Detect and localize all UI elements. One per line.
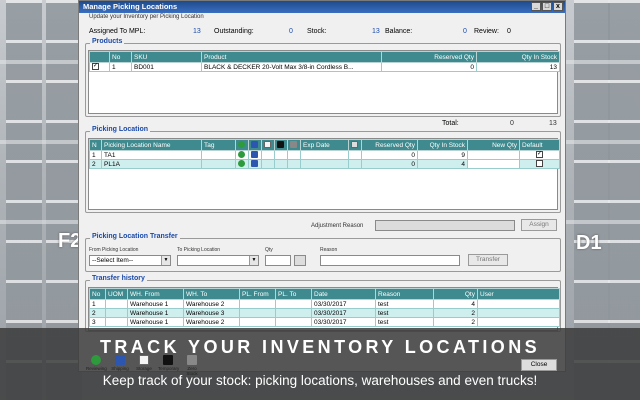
history-col-pl-to: PL. To xyxy=(275,288,312,300)
table-row[interactable]: 2 Warehouse 1 Warehouse 3 03/30/2017 test 2 xyxy=(89,308,560,318)
assigned-label: Assigned To MPL: xyxy=(89,28,146,35)
products-col-reserved: Reserved Qty xyxy=(381,51,477,63)
history-col-no: No xyxy=(89,288,106,300)
products-grid: No SKU Product Reserved Qty Qty In Stock… xyxy=(88,50,560,114)
pl-col-reserved: Reserved Qty xyxy=(361,139,418,151)
pl-col-tag: Tag xyxy=(201,139,236,151)
window-titlebar: Manage Picking Locations _ □ x xyxy=(79,1,565,13)
history-col-date: Date xyxy=(311,288,376,300)
truck-icon xyxy=(251,151,258,159)
qty-input[interactable] xyxy=(265,255,291,266)
products-col-product: Product xyxy=(201,51,382,63)
pl-col-no: N xyxy=(89,139,102,151)
pl-col-stock: Qty In Stock xyxy=(417,139,468,151)
truck-icon xyxy=(251,141,258,149)
reason-input[interactable] xyxy=(320,255,460,266)
window-title: Manage Picking Locations xyxy=(83,2,178,11)
row-checkbox[interactable]: ✓ xyxy=(92,63,99,71)
review-value: 0 xyxy=(507,28,511,35)
close-button[interactable]: Close xyxy=(521,359,557,371)
outstanding-value: 0 xyxy=(289,28,293,35)
history-col-qty: Qty xyxy=(433,288,478,300)
house-icon xyxy=(264,141,271,149)
transfer-button[interactable]: Transfer xyxy=(468,254,508,266)
table-row[interactable]: 1 TA1 0 9 ✓ xyxy=(89,150,560,160)
review-label: Review: xyxy=(474,28,499,35)
outstanding-label: Outstanding: xyxy=(214,28,254,35)
close-window-button[interactable]: x xyxy=(553,2,563,11)
total-label: Total: xyxy=(442,120,459,127)
total-stock: 13 xyxy=(549,120,557,127)
truck-icon xyxy=(251,160,258,168)
pl-col-name: Picking Location Name xyxy=(101,139,202,151)
transfer-group: Picking Location Transfer From Picking L… xyxy=(85,233,561,272)
assigned-value: 13 xyxy=(193,28,201,35)
balance-label: Balance: xyxy=(385,28,413,35)
history-col-wh-from: WH. From xyxy=(127,288,184,300)
total-reserved: 0 xyxy=(510,120,514,127)
maximize-button[interactable]: □ xyxy=(542,2,552,11)
to-location-label: To Picking Location xyxy=(177,247,221,253)
history-col-pl-from: PL. From xyxy=(239,288,276,300)
stock-label: Stock: xyxy=(307,28,327,35)
history-col-uom: UOM xyxy=(105,288,128,300)
window-subtitle: Update your Inventory per Picking Locati… xyxy=(89,14,204,20)
calendar-icon xyxy=(351,141,358,149)
default-checkbox[interactable] xyxy=(536,160,543,168)
pl-col-exp-date: Exp Date xyxy=(300,139,349,151)
calculator-icon[interactable] xyxy=(294,255,306,266)
products-col-select xyxy=(89,51,110,63)
products-col-stock: Qty In Stock xyxy=(476,51,560,63)
table-row[interactable]: 2 PL1A 0 4 xyxy=(89,159,560,169)
default-checkbox[interactable]: ✓ xyxy=(536,151,543,159)
from-location-label: From Picking Location xyxy=(89,247,139,253)
picking-location-group: Picking Location N Picking Location Name… xyxy=(85,126,561,213)
picking-location-title: Picking Location xyxy=(90,126,151,133)
table-row[interactable]: ✓ 1 BD001 BLACK & DECKER 20-Volt Max 3/8… xyxy=(89,62,560,72)
products-col-no: No xyxy=(109,51,132,63)
transfer-title: Picking Location Transfer xyxy=(90,233,180,240)
green-circle-icon xyxy=(238,160,245,168)
qty-label: Qty xyxy=(265,247,273,253)
picking-location-grid: N Picking Location Name Tag Exp Date Res… xyxy=(88,138,560,210)
reason-label: Reason xyxy=(320,247,338,253)
history-col-reason: Reason xyxy=(375,288,434,300)
products-col-sku: SKU xyxy=(131,51,202,63)
table-row[interactable]: 1 Warehouse 1 Warehouse 2 03/30/2017 test 4 xyxy=(89,299,560,309)
adjustment-reason-input[interactable] xyxy=(375,220,515,231)
green-circle-icon xyxy=(238,151,245,159)
pl-col-new-qty: New Qty xyxy=(467,139,520,151)
products-title: Products xyxy=(90,38,125,45)
minimize-button[interactable]: _ xyxy=(531,2,541,11)
adjustment-reason-label: Adjustment Reason xyxy=(311,223,364,229)
assign-button[interactable]: Assign xyxy=(521,219,557,231)
from-location-select[interactable]: --Select Item-- ▼ xyxy=(89,255,171,266)
stock-value: 13 xyxy=(372,28,380,35)
manage-picking-locations-window: Manage Picking Locations _ □ x Update yo… xyxy=(78,0,566,372)
history-grid: No UOM WH. From WH. To PL. From PL. To D… xyxy=(88,287,560,331)
banner-subtitle: Keep track of your stock: picking locati… xyxy=(102,373,538,388)
new-qty-input[interactable] xyxy=(467,159,520,169)
bin-icon xyxy=(277,141,284,149)
balance-value: 0 xyxy=(463,28,467,35)
to-location-select[interactable]: ▼ xyxy=(177,255,259,266)
flag-icon xyxy=(290,141,297,149)
bay-label-right: D1 xyxy=(576,232,602,254)
history-col-wh-to: WH. To xyxy=(183,288,240,300)
products-group: Products No SKU Product Reserved Qty Qty… xyxy=(85,38,561,117)
table-row[interactable]: 3 Warehouse 1 Warehouse 2 03/30/2017 test 2 xyxy=(89,317,560,327)
history-group: Transfer history No UOM WH. From WH. To … xyxy=(85,275,561,332)
chevron-down-icon: ▼ xyxy=(249,256,258,265)
history-col-user: User xyxy=(477,288,560,300)
banner-title: TRACK YOUR INVENTORY LOCATIONS xyxy=(99,337,541,357)
green-circle-icon xyxy=(238,141,245,149)
chevron-down-icon: ▼ xyxy=(161,256,170,265)
summary-bar: Assigned To MPL: 13 Outstanding: 0 Stock… xyxy=(89,28,555,38)
pl-col-default: Default xyxy=(519,139,560,151)
new-qty-input[interactable] xyxy=(467,150,520,160)
history-title: Transfer history xyxy=(90,275,147,282)
